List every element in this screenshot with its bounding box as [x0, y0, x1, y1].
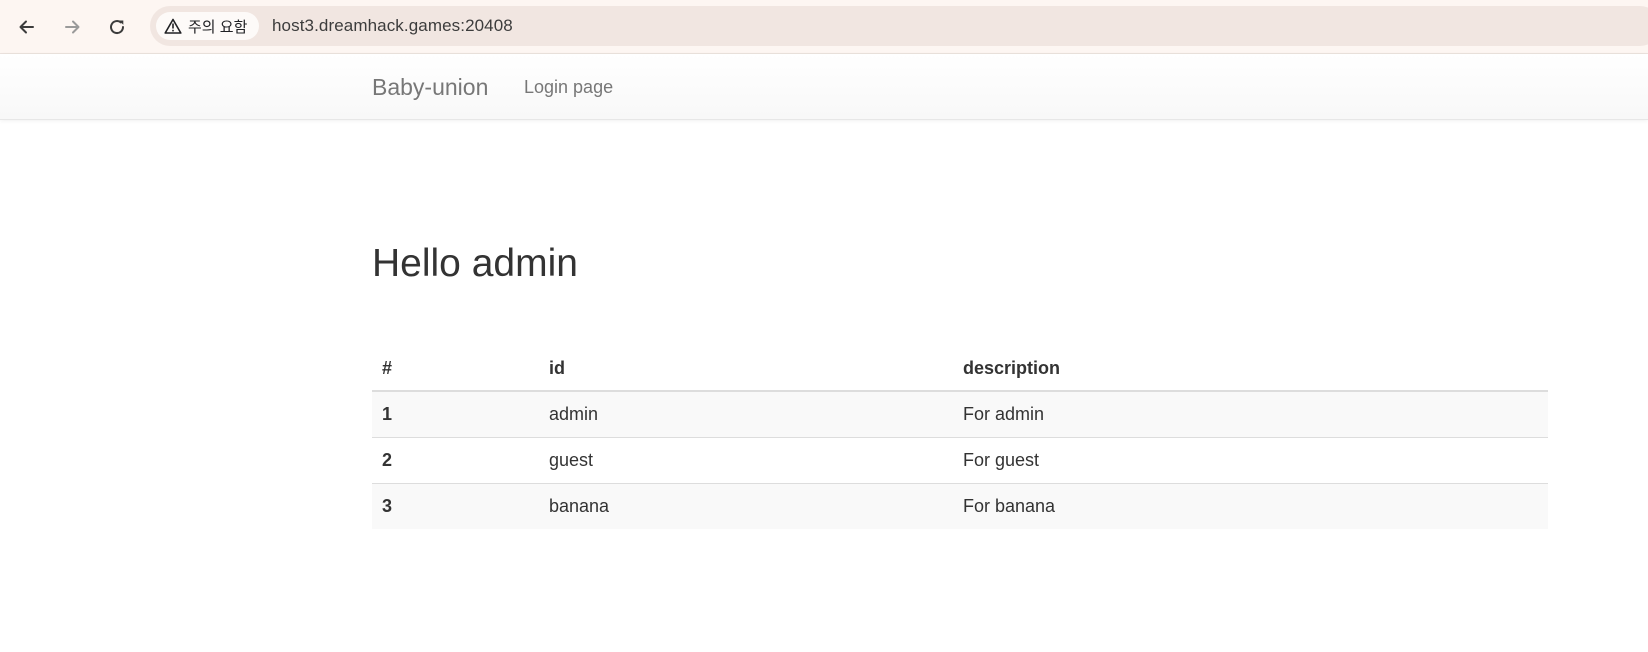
security-indicator[interactable]: 주의 요함: [156, 12, 260, 40]
users-table: # id description 1 admin For admin 2 gue…: [372, 346, 1548, 529]
row-description: For admin: [953, 390, 1548, 438]
row-id: banana: [539, 483, 953, 529]
table-header-row: # id description: [372, 346, 1548, 392]
row-id: guest: [539, 437, 953, 484]
forward-arrow-icon: [65, 20, 80, 34]
navbar-brand[interactable]: Baby-union: [372, 54, 488, 120]
row-number: 1: [372, 390, 539, 438]
nav-link-login-page[interactable]: Login page: [524, 54, 613, 120]
row-description: For banana: [953, 483, 1548, 529]
back-button[interactable]: [9, 9, 45, 45]
back-arrow-icon: [19, 20, 34, 34]
security-label: 주의 요함: [188, 18, 248, 36]
table-row: 1 admin For admin: [372, 390, 1548, 438]
url-text[interactable]: host3.dreamhack.games:20408: [272, 6, 513, 46]
page-title: Hello admin: [372, 242, 578, 285]
row-id: admin: [539, 390, 953, 438]
row-number: 3: [372, 483, 539, 529]
column-header-id: id: [539, 346, 953, 392]
reload-icon: [110, 20, 125, 35]
table-row: 2 guest For guest: [372, 437, 1548, 484]
row-description: For guest: [953, 437, 1548, 484]
row-number: 2: [372, 437, 539, 484]
column-header-description: description: [953, 346, 1548, 392]
address-bar[interactable]: 주의 요함 host3.dreamhack.games:20408: [150, 6, 1648, 46]
reload-button[interactable]: [99, 9, 135, 45]
column-header-number: #: [372, 346, 539, 392]
warning-icon: [164, 18, 182, 34]
site-navbar: Baby-union Login page: [0, 54, 1648, 120]
table-row: 3 banana For banana: [372, 483, 1548, 529]
forward-button[interactable]: [54, 9, 90, 45]
browser-toolbar: 주의 요함 host3.dreamhack.games:20408: [0, 0, 1648, 54]
